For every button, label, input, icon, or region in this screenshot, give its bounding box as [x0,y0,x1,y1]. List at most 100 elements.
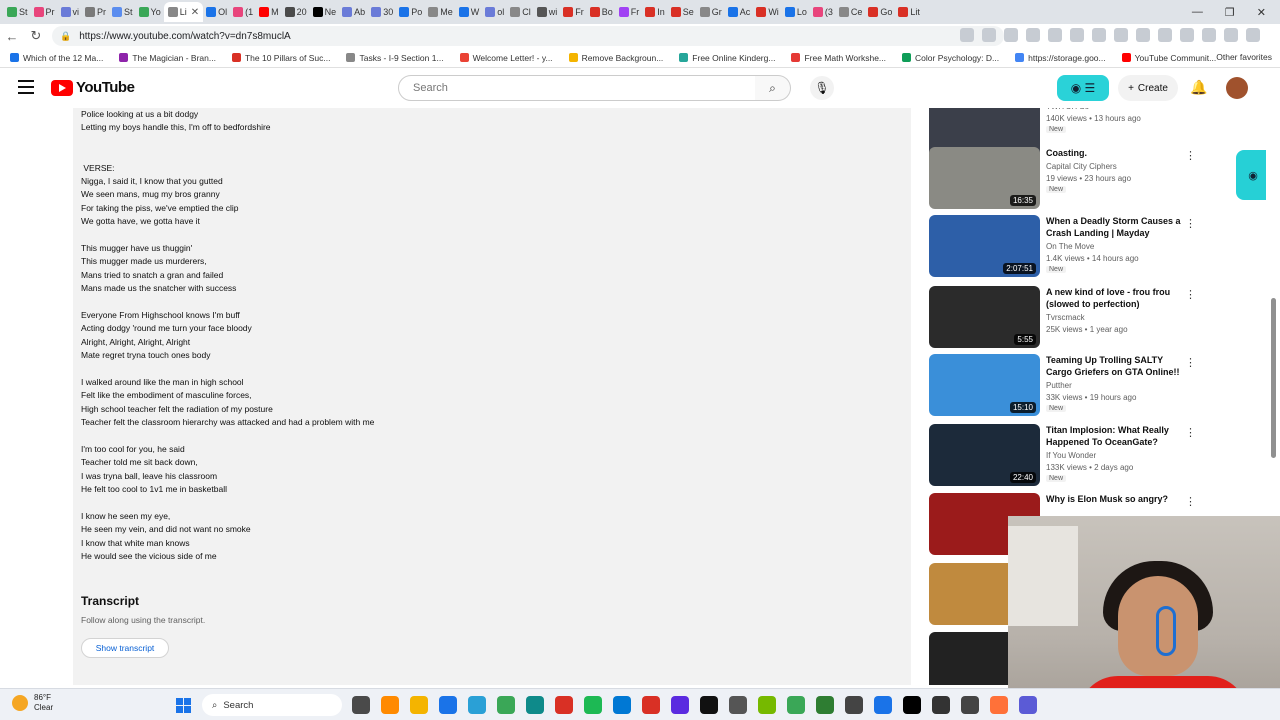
bookmark-item[interactable]: Tasks - I-9 Section 1... [346,53,444,63]
video-channel[interactable]: TWITCH So [1046,108,1089,111]
browser-tab[interactable]: Yo [136,2,164,22]
recommended-video[interactable]: 2:07:51 When a Deadly Storm Causes a Cras… [929,215,1199,279]
video-channel[interactable]: Tvrscmack [1046,313,1085,322]
browser-tab[interactable]: (1 [230,2,256,22]
browser-tab[interactable]: Po [396,2,425,22]
browser-tab[interactable]: Pr [31,2,58,22]
taskbar-app-icon[interactable] [671,696,689,714]
close-tab-icon[interactable]: ✕ [191,7,199,18]
recommended-video[interactable]: 5:55 A new kind of love - frou frou (slow… [929,286,1199,350]
taskbar-app-icon[interactable] [497,696,515,714]
taskbar-app-icon[interactable] [758,696,776,714]
video-title[interactable]: Coasting. [1046,147,1186,159]
taskbar-app-icon[interactable] [439,696,457,714]
browser-extension-icon[interactable] [1202,28,1216,42]
maximize-button[interactable]: ❐ [1225,6,1235,19]
video-thumbnail[interactable]: 5:55 [929,286,1040,348]
browser-extension-icon[interactable] [1092,28,1106,42]
youtube-logo[interactable]: YouTube [51,79,135,96]
browser-tab[interactable]: wi [534,2,561,22]
taskbar-app-icon[interactable] [584,696,602,714]
video-channel[interactable]: If You Wonder [1046,451,1096,460]
browser-tab[interactable]: Ab [339,2,368,22]
taskbar-app-icon[interactable] [468,696,486,714]
browser-tab[interactable]: ol [482,2,507,22]
bookmark-item[interactable]: Which of the 12 Ma... [10,53,103,63]
taskbar-app-icon[interactable] [903,696,921,714]
taskbar-app-icon[interactable] [932,696,950,714]
video-title[interactable]: Titan Implosion: What Really Happened To… [1046,424,1186,448]
create-button[interactable]: + Create [1118,75,1178,101]
taskbar-app-icon[interactable] [874,696,892,714]
browser-extension-icon[interactable] [1026,28,1040,42]
video-thumbnail[interactable]: 15:10 [929,354,1040,416]
browser-tab[interactable]: St [4,2,31,22]
taskbar-app-icon[interactable] [613,696,631,714]
browser-extension-icon[interactable] [1224,28,1238,42]
recommended-video[interactable]: 22:40 Titan Implosion: What Really Happen… [929,424,1199,488]
browser-tab[interactable]: Ne [310,2,340,22]
bookmark-item[interactable]: The Magician - Bran... [119,53,216,63]
taskbar-app-icon[interactable] [729,696,747,714]
more-options-icon[interactable]: ⋮ [1185,149,1196,162]
video-thumbnail[interactable]: 22:40 [929,424,1040,486]
scroll-thumb[interactable] [1271,298,1276,458]
browser-tab[interactable]: Go [865,2,895,22]
browser-tab[interactable]: Lo [782,2,810,22]
more-options-icon[interactable]: ⋮ [1185,426,1196,439]
recommended-video[interactable]: 16:35 Coasting. Capital City Ciphers 19 vie… [929,147,1199,211]
search-input[interactable]: Search [398,75,756,101]
bookmark-item[interactable]: The 10 Pillars of Suc... [231,53,330,63]
reload-icon[interactable]: ↻ [24,28,48,44]
browser-extension-icon[interactable] [1180,28,1194,42]
browser-tab[interactable]: Me [425,2,456,22]
browser-extension-icon[interactable] [1048,28,1062,42]
browser-tab[interactable]: 30 [368,2,396,22]
video-thumbnail[interactable]: 16:35 [929,147,1040,209]
taskbar-app-icon[interactable] [642,696,660,714]
taskbar-app-icon[interactable] [787,696,805,714]
taskbar-app-icon[interactable] [555,696,573,714]
browser-extension-icon[interactable] [1246,28,1260,42]
bookmark-item[interactable]: YouTube Communit... [1121,53,1216,63]
address-bar[interactable]: 🔒 https://www.youtube.com/watch?v=dn7s8m… [52,26,1004,46]
browser-tab[interactable]: 20 [282,2,310,22]
taskbar-app-icon[interactable] [845,696,863,714]
taskbar-app-icon[interactable] [410,696,428,714]
browser-extension-icon[interactable] [982,28,996,42]
avatar[interactable] [1226,77,1248,99]
browser-tab[interactable]: (3 [810,2,836,22]
taskbar-app-icon[interactable] [990,696,1008,714]
browser-tab[interactable]: Lit [895,2,923,22]
browser-tab[interactable]: W [456,2,483,22]
taskbar-app-icon[interactable] [526,696,544,714]
more-options-icon[interactable]: ⋮ [1185,288,1196,301]
video-channel[interactable]: Putther [1046,381,1072,390]
page-scrollbar[interactable] [1266,108,1280,516]
taskbar-app-icon[interactable] [816,696,834,714]
show-transcript-button[interactable]: Show transcript [81,638,169,658]
taskbar-app-icon[interactable] [700,696,718,714]
browser-extension-icon[interactable] [1114,28,1128,42]
more-options-icon[interactable]: ⋮ [1185,356,1196,369]
recommended-video[interactable]: 15:10 Teaming Up Trolling SALTY Cargo Gri… [929,354,1199,418]
back-icon[interactable]: ← [0,29,24,44]
video-title[interactable]: When a Deadly Storm Causes a Crash Landi… [1046,215,1186,239]
browser-tab[interactable]: In [642,2,668,22]
notifications-bell-icon[interactable]: 🔔 [1190,79,1207,96]
browser-tab[interactable]: M [256,2,282,22]
browser-tab[interactable]: vi [58,2,83,22]
video-title[interactable]: Teaming Up Trolling SALTY Cargo Griefers… [1046,354,1186,378]
browser-tab[interactable]: Se [668,2,697,22]
browser-tab[interactable]: Gr [697,2,725,22]
floating-extension-tab[interactable]: ◉ [1236,150,1270,200]
video-title[interactable]: Why is Elon Musk so angry? [1046,493,1186,505]
browser-tab[interactable]: Ce [836,2,866,22]
browser-tab[interactable]: Fr [560,2,587,22]
menu-icon[interactable] [18,80,34,94]
browser-tab[interactable]: St [109,2,136,22]
active-tab[interactable]: Li ✕ [163,2,204,22]
extension-button[interactable]: ◉ ☰ [1057,75,1109,101]
browser-extension-icon[interactable] [960,28,974,42]
browser-tab[interactable]: Pr [82,2,109,22]
